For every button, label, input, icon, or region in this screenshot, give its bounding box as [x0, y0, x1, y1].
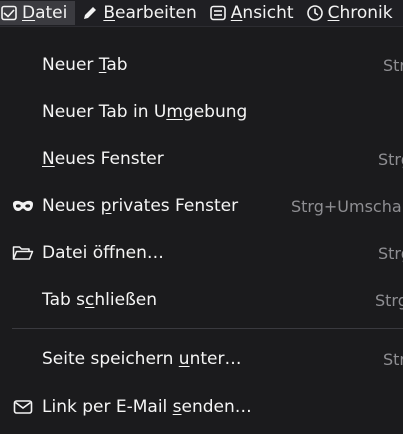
- clock-icon: [304, 1, 326, 25]
- menu-item-shortcut: Strg+T: [383, 55, 403, 75]
- menubar-history[interactable]: Chronik: [304, 1, 399, 25]
- menu-item-label: Link per E-Mail senden…: [42, 397, 252, 417]
- menu-separator: [12, 328, 403, 329]
- menu-item-close-tab[interactable]: Tab schließen Strg+W: [0, 282, 403, 318]
- menubar-edit-label: Bearbeiten: [103, 3, 197, 23]
- menu-item-label: Neuer Tab: [42, 55, 128, 75]
- mail-icon: [12, 389, 34, 425]
- file-menu-popup: Neuer Tab Strg+T Neuer Tab in Umgebung N…: [0, 27, 403, 434]
- menu-item-email-link[interactable]: Link per E-Mail senden…: [0, 389, 403, 425]
- menubar: Datei Bearbeiten Ansicht Chronik: [0, 0, 403, 27]
- menu-item-shortcut: Strg+S: [383, 349, 403, 369]
- menu-item-shortcut: Strg+O: [378, 243, 403, 263]
- private-mask-icon: [12, 188, 34, 224]
- menubar-file[interactable]: Datei: [0, 1, 76, 25]
- menu-item-open-file[interactable]: Datei öffnen… Strg+O: [0, 235, 403, 271]
- menubar-history-label: Chronik: [327, 3, 393, 23]
- file-icon: [0, 1, 20, 25]
- menu-item-label: Neues Fenster: [42, 149, 164, 169]
- menu-item-label: Neuer Tab in Umgebung: [42, 102, 248, 122]
- menu-item-label: Datei öffnen…: [42, 243, 164, 263]
- menubar-file-label: Datei: [22, 3, 68, 23]
- menu-item-new-window[interactable]: Neues Fenster Strg+N: [0, 141, 403, 177]
- menu-item-label: Neues privates Fenster: [42, 196, 239, 216]
- menu-item-new-container-tab[interactable]: Neuer Tab in Umgebung: [0, 94, 403, 130]
- menu-item-new-private-window[interactable]: Neues privates Fenster Strg+Umschalt+P: [0, 188, 403, 224]
- menubar-edit[interactable]: Bearbeiten: [79, 1, 202, 25]
- menu-item-shortcut: Strg+W: [375, 290, 403, 310]
- menubar-view-label: Ansicht: [230, 3, 294, 23]
- folder-open-icon: [12, 235, 34, 271]
- menu-item-new-tab[interactable]: Neuer Tab Strg+T: [0, 47, 403, 83]
- menubar-view[interactable]: Ansicht: [207, 1, 300, 25]
- menu-item-shortcut: Strg+Umschalt+P: [291, 196, 403, 216]
- menu-item-label: Tab schließen: [42, 290, 158, 310]
- menu-item-save-page-as[interactable]: Seite speichern unter… Strg+S: [0, 341, 403, 377]
- menu-item-shortcut: Strg+N: [378, 149, 403, 169]
- menu-item-label: Seite speichern unter…: [42, 349, 242, 369]
- pencil-icon: [79, 1, 101, 25]
- view-icon: [207, 1, 229, 25]
